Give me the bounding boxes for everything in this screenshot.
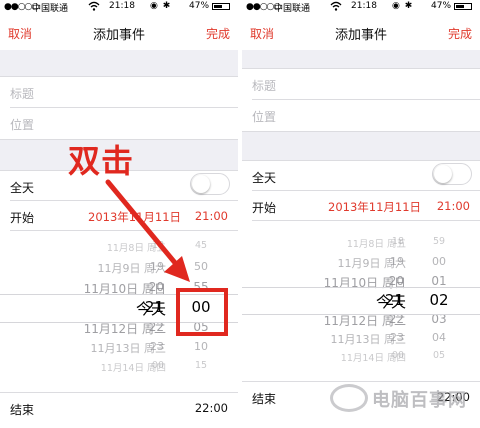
watermark: 电脑百事网: [330, 384, 480, 414]
highlight-box: [176, 288, 228, 336]
watermark-logo-icon: [330, 384, 368, 412]
red-arrow-icon: [105, 179, 190, 282]
double-tap-annotation: 双击: [68, 142, 135, 180]
watermark-text: 电脑百事网: [372, 390, 467, 411]
